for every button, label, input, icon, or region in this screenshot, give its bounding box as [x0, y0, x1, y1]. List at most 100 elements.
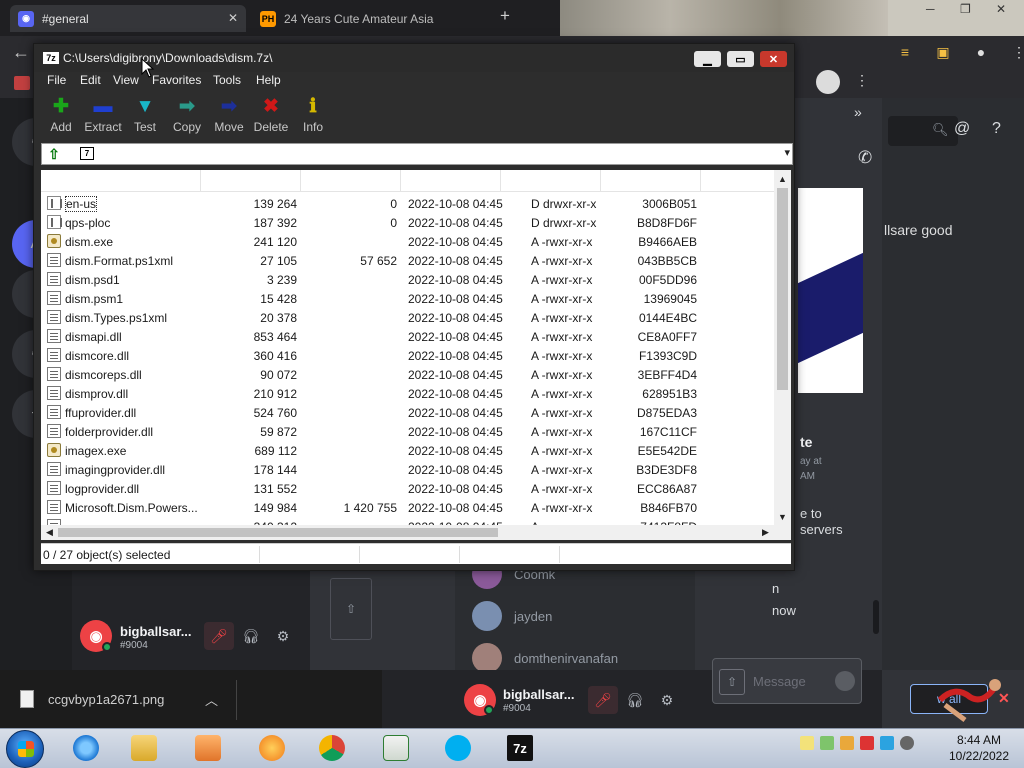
close-icon[interactable]: ✕ [228, 11, 238, 25]
skype-icon[interactable] [436, 731, 480, 765]
column-header-modified[interactable] [401, 170, 501, 192]
chevron-down-icon[interactable]: ▾ [784, 146, 790, 159]
table-row[interactable]: dism.psm1 15 428 2022-10-08 04:45 A -rwxr-x… [41, 289, 774, 308]
username[interactable]: bigballsar... [503, 687, 575, 702]
start-button[interactable] [6, 730, 44, 768]
table-row[interactable]: dismcoreps.dll 90 072 2022-10-08 04:45 A -r… [41, 365, 774, 384]
scroll-right-icon[interactable]: ▶ [757, 525, 774, 540]
scroll-left-icon[interactable]: ◀ [41, 525, 58, 540]
minimize-icon[interactable]: ─ [926, 2, 935, 16]
table-row[interactable]: dism.Types.ps1xml 20 378 2022-10-08 04:45 A… [41, 308, 774, 327]
info-button[interactable]: ℹ Info [292, 96, 334, 134]
column-header-crc[interactable] [601, 170, 701, 192]
playlist-icon[interactable]: ≡ [895, 42, 915, 62]
menu-file[interactable]: File [47, 73, 66, 87]
new-tab-icon[interactable]: + [500, 6, 510, 26]
column-header-attributes[interactable] [501, 170, 601, 192]
menu-view[interactable]: View [113, 73, 139, 87]
message-input[interactable]: ⇧ Message [712, 658, 862, 704]
scroll-down-icon[interactable]: ▼ [774, 508, 791, 525]
7zip-taskbar-icon[interactable]: 7z [498, 731, 542, 765]
table-row[interactable]: dismprov.dll 210 912 2022-10-08 04:45 A -rw… [41, 384, 774, 403]
table-row[interactable]: imagex.exe 689 112 2022-10-08 04:45 A -rwxr… [41, 441, 774, 460]
kebab-menu-icon[interactable]: ⋮ [855, 72, 869, 89]
headphones-icon[interactable]: 🎧︎ [236, 622, 266, 650]
table-row[interactable]: Microsoft.Dism.Powers... 149 984 1 420 755… [41, 498, 774, 517]
upload-icon[interactable]: ⇧ [330, 578, 372, 640]
scrollbar-thumb[interactable] [777, 188, 788, 390]
table-row[interactable]: ffuprovider.dll 524 760 2022-10-08 04:45 A … [41, 403, 774, 422]
clock-time[interactable]: 8:44 AM [944, 733, 1014, 747]
notes-icon[interactable] [800, 736, 814, 750]
test-button[interactable]: ▼ Test [124, 96, 166, 134]
bookmark-icon[interactable] [14, 76, 30, 90]
address-bar[interactable]: ⇧ 7 ▾ [41, 143, 793, 165]
tab-general[interactable]: ◉ #general ✕ [10, 5, 246, 32]
mute-icon[interactable]: 🎤︎ [204, 622, 234, 650]
volume-icon[interactable] [900, 736, 914, 750]
headphones-icon[interactable]: 🎧︎ [620, 686, 650, 714]
add-button[interactable]: ✚ Add [40, 96, 82, 134]
column-header-packed[interactable] [301, 170, 401, 192]
help-icon[interactable]: ? [992, 120, 1001, 138]
table-row[interactable]: dism.psd1 3 239 2022-10-08 04:45 A -rwxr-xr… [41, 270, 774, 289]
table-row[interactable]: dismapi.dll 853 464 2022-10-08 04:45 A -rwx… [41, 327, 774, 346]
mute-icon[interactable]: 🎤︎ [588, 686, 618, 714]
settings-gear-icon[interactable]: ⚙ [652, 686, 682, 714]
table-row[interactable]: imagingprovider.dll 178 144 2022-10-08 04:… [41, 460, 774, 479]
tab-video[interactable]: PH 24 Years Cute Amateur Asia [252, 5, 452, 32]
chevron-up-icon[interactable]: ︿ [205, 690, 218, 709]
back-arrow-icon[interactable]: ← [12, 42, 30, 63]
minimize-button[interactable]: ▁ [694, 51, 721, 67]
mentions-icon[interactable]: @ [954, 120, 970, 138]
emoji-icon[interactable] [835, 671, 855, 691]
file-explorer-icon[interactable] [122, 731, 166, 765]
embedded-image[interactable] [798, 188, 863, 393]
scrollbar[interactable] [873, 600, 879, 634]
excel-icon[interactable] [374, 731, 418, 765]
profile-icon[interactable]: ● [971, 42, 991, 62]
up-folder-icon[interactable]: ⇧ [44, 145, 64, 163]
vertical-scrollbar[interactable]: ▲ ▼ [774, 170, 791, 525]
menu-help[interactable]: Help [256, 73, 281, 87]
table-row[interactable]: folderprovider.dll 59 872 2022-10-08 04:45… [41, 422, 774, 441]
sidepanel-icon[interactable]: ▣ [933, 42, 953, 62]
menu-favorites[interactable]: Favorites [152, 73, 201, 87]
table-row[interactable]: en-us 139 264 0 2022-10-08 04:45 D drwxr-xr-… [41, 194, 774, 213]
table-row[interactable]: dismcore.dll 360 416 2022-10-08 04:45 A -rw… [41, 346, 774, 365]
move-button[interactable]: ➡ Move [208, 96, 250, 134]
delete-button[interactable]: ✖ Delete [250, 96, 292, 134]
download-filename[interactable]: ccgvbyp1a2671.png [48, 692, 164, 707]
search-icon[interactable] [840, 736, 854, 750]
copy-button[interactable]: ➡ Copy [166, 96, 208, 134]
scrollbar-thumb[interactable] [58, 528, 498, 537]
flag-icon[interactable] [860, 736, 874, 750]
list-item[interactable]: jayden [472, 600, 552, 632]
clock-date[interactable]: 10/22/2022 [944, 749, 1014, 763]
username[interactable]: bigballsar... [120, 624, 192, 639]
table-row[interactable]: qps-ploc 187 392 0 2022-10-08 04:45 D drwxr-… [41, 213, 774, 232]
menu-tools[interactable]: Tools [213, 73, 241, 87]
scroll-up-icon[interactable]: ▲ [774, 170, 791, 187]
upload-icon[interactable]: ⇧ [719, 669, 745, 695]
close-button[interactable]: ✕ [760, 51, 787, 67]
settings-gear-icon[interactable]: ⚙ [268, 622, 298, 650]
network-icon[interactable] [880, 736, 894, 750]
tray-app-icon[interactable] [820, 736, 834, 750]
internet-explorer-icon[interactable] [64, 731, 108, 765]
chrome-icon[interactable] [310, 731, 354, 765]
extract-button[interactable]: ▬ Extract [82, 96, 124, 134]
phone-icon[interactable]: ✆ [858, 148, 872, 168]
kebab-menu-icon[interactable]: ⋮ [1009, 42, 1024, 62]
close-icon[interactable]: ✕ [996, 2, 1006, 16]
column-header-size[interactable] [201, 170, 301, 192]
table-row[interactable]: dism.exe 241 120 2022-10-08 04:45 A -rwxr-x… [41, 232, 774, 251]
maximize-button[interactable]: ▭ [727, 51, 754, 67]
restore-icon[interactable]: ❐ [960, 2, 971, 16]
media-player-icon[interactable] [186, 731, 230, 765]
horizontal-scrollbar[interactable]: ◀ ▶ [41, 525, 774, 540]
table-row[interactable]: dism.Format.ps1xml 27 105 57 652 2022-10-08… [41, 251, 774, 270]
column-header-name[interactable] [41, 170, 201, 192]
menu-edit[interactable]: Edit [80, 73, 101, 87]
chevron-right-icon[interactable]: » [854, 104, 862, 120]
